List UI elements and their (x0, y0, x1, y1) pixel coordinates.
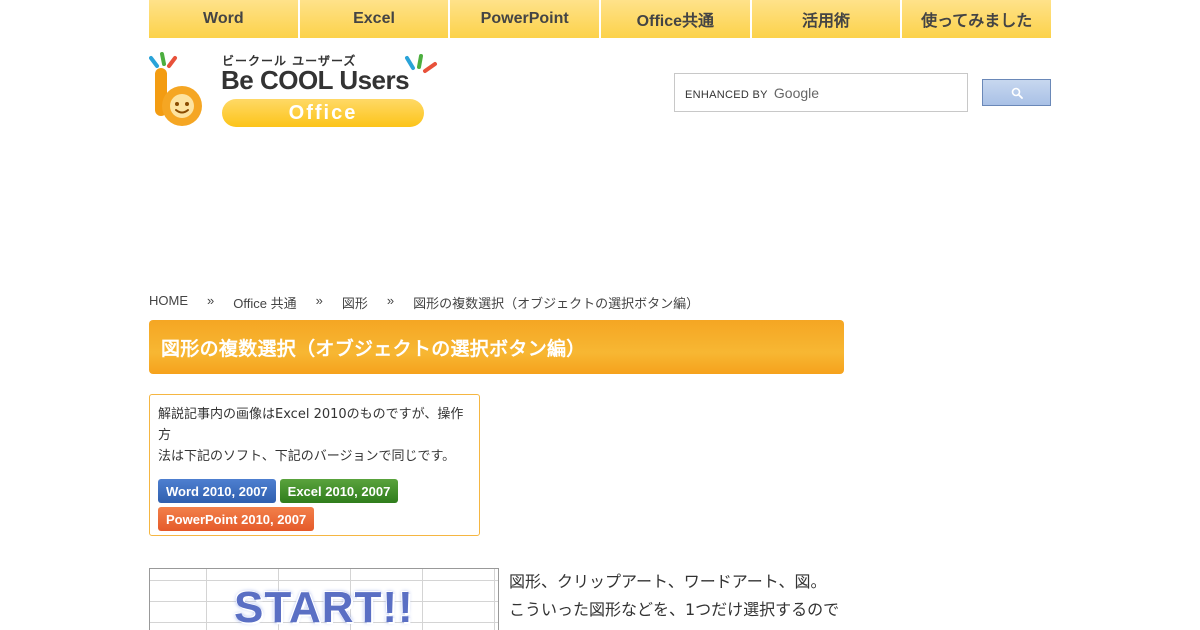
nav-tried[interactable]: 使ってみました (902, 0, 1052, 38)
breadcrumb-shapes[interactable]: 図形 (342, 293, 368, 312)
page-title: 図形の複数選択（オブジェクトの選択ボタン編） (161, 337, 586, 360)
search-button[interactable] (982, 79, 1051, 106)
search-input[interactable]: ENHANCED BY Google (674, 73, 968, 112)
note-line-2: 法は下記のソフト、下記のバージョンで同じです。 (158, 449, 456, 464)
nav-office-common[interactable]: Office共通 (601, 0, 752, 38)
search-icon (1011, 87, 1023, 99)
nav-excel[interactable]: Excel (299, 0, 451, 38)
breadcrumb-separator: » (315, 293, 323, 308)
nav-word[interactable]: Word (149, 0, 300, 38)
badge-excel[interactable]: Excel 2010, 2007 (279, 479, 399, 503)
page-title-bar: 図形の複数選択（オブジェクトの選択ボタン編） (149, 320, 844, 374)
site-logo[interactable]: ビークール ユーザーズ Be COOL Users Office (149, 52, 441, 130)
note-line-1: 解説記事内の画像はExcel 2010のものですが、操作方 (158, 407, 464, 443)
body-line-1: 図形、クリップアート、ワードアート、図。 (509, 572, 827, 591)
badge-word[interactable]: Word 2010, 2007 (158, 479, 276, 503)
google-wordmark: Google (773, 84, 820, 101)
breadcrumb-separator: » (207, 293, 215, 308)
breadcrumb-current: 図形の複数選択（オブジェクトの選択ボタン編） (413, 296, 700, 311)
version-note-box: 解説記事内の画像はExcel 2010のものですが、操作方 法は下記のソフト、下… (149, 394, 480, 536)
nav-tips[interactable]: 活用術 (751, 0, 903, 38)
article-body: 図形、クリップアート、ワードアート、図。 こういった図形などを、1つだけ選択する… (509, 568, 849, 624)
breadcrumb-office-common[interactable]: Office 共通 (233, 293, 296, 312)
breadcrumb-home[interactable]: HOME (149, 293, 188, 312)
badge-powerpoint[interactable]: PowerPoint 2010, 2007 (158, 507, 315, 531)
top-nav: Word Excel PowerPoint Office共通 活用術 使ってみま… (149, 0, 1052, 38)
logo-subtitle-pill: Office (222, 99, 424, 127)
nav-powerpoint[interactable]: PowerPoint (450, 0, 602, 38)
article-figure: START!! (149, 568, 499, 630)
body-line-2: こういった図形などを、1つだけ選択するので (509, 600, 840, 619)
search-enhanced-label: ENHANCED BY Google (685, 85, 819, 101)
version-note-text: 解説記事内の画像はExcel 2010のものですが、操作方 法は下記のソフト、下… (158, 404, 471, 467)
breadcrumb: HOME » Office 共通 » 図形 » 図形の複数選択（オブジェクトの選… (149, 293, 699, 312)
logo-title: Be COOL Users (221, 65, 410, 95)
figure-wordart: START!! (234, 583, 414, 630)
version-badges: Word 2010, 2007 Excel 2010, 2007 PowerPo… (158, 479, 471, 531)
enhanced-by-text: ENHANCED BY (685, 88, 768, 101)
breadcrumb-separator: » (386, 293, 395, 308)
logo-subtitle: Office (288, 101, 358, 124)
